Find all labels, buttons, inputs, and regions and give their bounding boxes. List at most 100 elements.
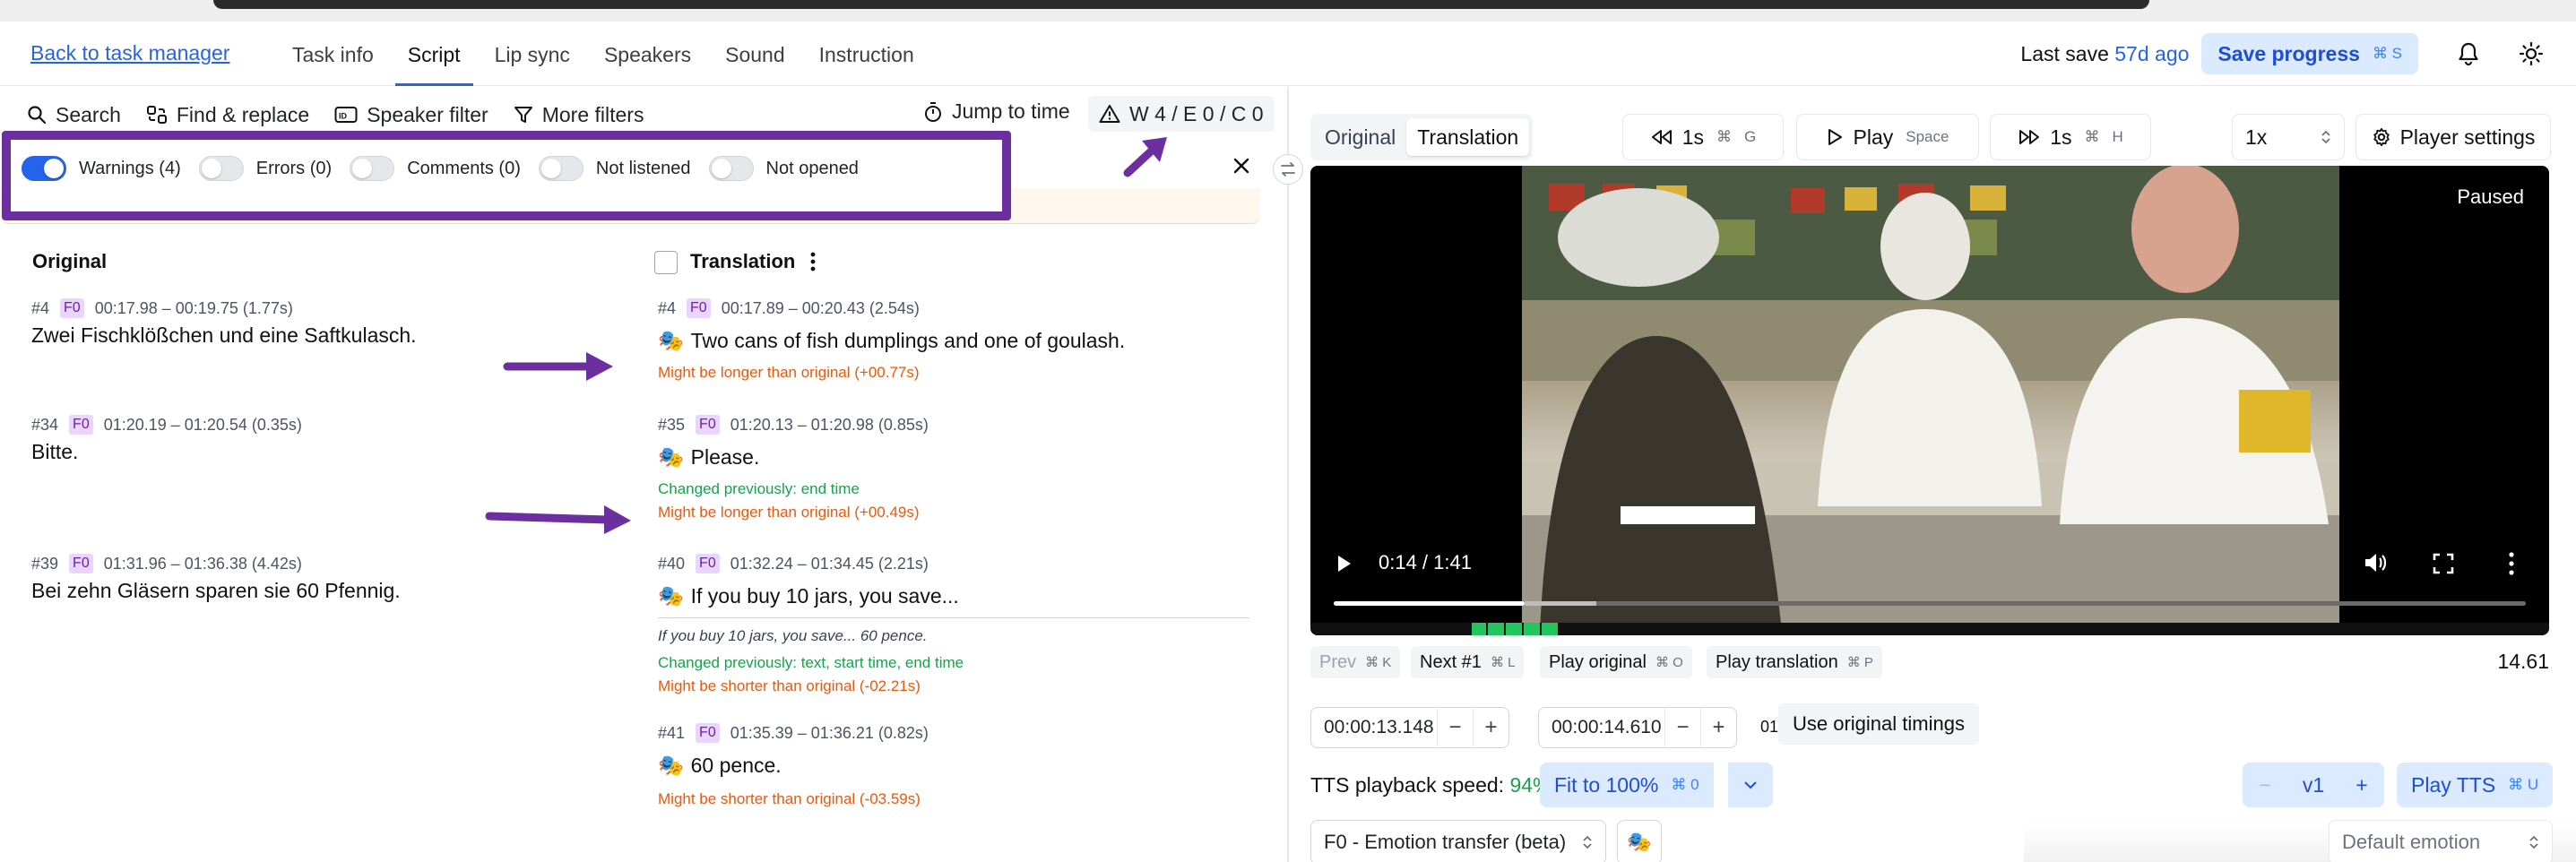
- video-time: 0:14 / 1:41: [1379, 551, 1472, 573]
- version-decrease-button[interactable]: −: [2243, 763, 2287, 807]
- play-label: Play: [1853, 125, 1894, 149]
- video-player[interactable]: Paused 0:14 / 1:41: [1310, 166, 2549, 635]
- close-filters-icon[interactable]: [1228, 152, 1255, 179]
- bell-icon[interactable]: [2451, 36, 2486, 72]
- start-time-value[interactable]: 00:00:13.148: [1311, 717, 1437, 738]
- prev-segment-button[interactable]: Prev ⌘ K: [1310, 646, 1401, 678]
- search-icon: [28, 106, 47, 125]
- forward-1s-button[interactable]: 1s ⌘ H: [1990, 114, 2151, 160]
- fit-dropdown-button[interactable]: [1728, 763, 1773, 807]
- play-tts-button[interactable]: Play TTS ⌘ U: [2397, 763, 2554, 807]
- emotion-select[interactable]: Default emotion: [2329, 820, 2553, 862]
- script-toolbar: Search Find & replace ID Speaker filter …: [27, 99, 669, 130]
- filter-comments[interactable]: Comments (0): [350, 156, 521, 181]
- segment-text[interactable]: Please.: [691, 445, 760, 469]
- warning-icon: [1099, 105, 1120, 123]
- play-original-button[interactable]: Play original ⌘ O: [1540, 646, 1692, 678]
- tab-instruction[interactable]: Instruction: [807, 22, 927, 86]
- original-segment[interactable]: #39 F0 01:31.96 – 01:36.38 (4.42s) Bei zeh…: [31, 554, 605, 603]
- play-tts-kbd: ⌘ U: [2508, 776, 2539, 793]
- tab-script[interactable]: Script: [394, 22, 473, 86]
- fullscreen-icon[interactable]: [2433, 553, 2454, 574]
- search-button[interactable]: Search: [27, 103, 121, 127]
- select-all-checkbox[interactable]: [654, 251, 678, 274]
- end-time-increase-button[interactable]: +: [1700, 707, 1736, 748]
- speaker-badge: F0: [696, 723, 720, 743]
- back-to-task-manager-link[interactable]: Back to task manager: [30, 41, 229, 65]
- segment-marker[interactable]: [1506, 623, 1524, 635]
- segment-timeline[interactable]: [1310, 623, 2549, 635]
- fit-label: Fit to 100%: [1554, 772, 1659, 797]
- gear-icon: [2373, 127, 2390, 147]
- segment-time: 01:35.39 – 01:36.21 (0.82s): [730, 723, 929, 742]
- more-filters-button[interactable]: More filters: [514, 103, 644, 127]
- segment-marker[interactable]: [1542, 623, 1560, 635]
- voice-model-select[interactable]: F0 - Emotion transfer (beta): [1310, 820, 1606, 862]
- translation-segment[interactable]: #41 F0 01:35.39 – 01:36.21 (0.82s) 🎭 60 pen…: [658, 723, 1249, 808]
- version-increase-button[interactable]: +: [2339, 763, 2384, 807]
- segment-marker[interactable]: [1472, 623, 1488, 635]
- start-time-decrease-button[interactable]: −: [1437, 707, 1473, 748]
- segment-text[interactable]: If you buy 10 jars, you save...: [691, 584, 959, 608]
- video-more-icon[interactable]: [2508, 551, 2515, 576]
- prev-kbd: ⌘ K: [1365, 655, 1392, 670]
- use-original-timings-button[interactable]: Use original timings: [1778, 703, 1979, 745]
- main-tabs: Task info Script Lip sync Speakers Sound…: [280, 22, 936, 86]
- translation-segment[interactable]: #40 F0 01:32.24 – 01:34.45 (2.21s) 🎭 If you…: [658, 554, 1249, 695]
- fit-to-100-button[interactable]: Fit to 100% ⌘ 0: [1540, 763, 1714, 807]
- tab-task-info[interactable]: Task info: [280, 22, 386, 86]
- segment-text[interactable]: Two cans of fish dumplings and one of go…: [691, 329, 1126, 352]
- tab-sound[interactable]: Sound: [713, 22, 798, 86]
- segment-marker[interactable]: [1524, 623, 1542, 635]
- start-time-stepper[interactable]: 00:00:13.148 − +: [1310, 707, 1509, 748]
- next-segment-button[interactable]: Next #1 ⌘ L: [1411, 646, 1525, 678]
- translation-segment[interactable]: #35 F0 01:20.13 – 01:20.98 (0.85s) 🎭 Please…: [658, 415, 1249, 522]
- warning-note: Might be longer than original (+00.77s): [658, 364, 920, 381]
- end-time-value[interactable]: 00:00:14.610: [1539, 717, 1664, 738]
- segment-divider: [658, 617, 1249, 618]
- segment-text[interactable]: 60 pence.: [691, 754, 782, 777]
- video-play-icon[interactable]: [1336, 553, 1353, 574]
- original-segment[interactable]: #34 F0 01:20.19 – 01:20.54 (0.35s) Bitte.: [31, 415, 605, 464]
- volume-icon[interactable]: [2363, 551, 2388, 574]
- video-progress-track[interactable]: [1334, 601, 2526, 606]
- save-progress-button[interactable]: Save progress ⌘ S: [2201, 33, 2418, 74]
- not-listened-toggle[interactable]: [538, 156, 583, 181]
- rewind-1s-button[interactable]: 1s ⌘ G: [1622, 114, 1784, 160]
- original-column-header: Original: [32, 250, 108, 272]
- start-time-increase-button[interactable]: +: [1473, 707, 1508, 748]
- theme-sun-icon[interactable]: [2513, 36, 2549, 72]
- issue-counts-button[interactable]: W 4 / E 0 / C 0: [1088, 96, 1275, 132]
- filter-not-opened[interactable]: Not opened: [708, 156, 859, 181]
- filter-not-listened[interactable]: Not listened: [538, 156, 691, 181]
- tab-speakers[interactable]: Speakers: [592, 22, 704, 86]
- save-progress-label: Save progress: [2217, 41, 2360, 65]
- play-translation-button[interactable]: Play translation ⌘ P: [1707, 646, 1882, 678]
- mode-translation[interactable]: Translation: [1406, 118, 1530, 156]
- errors-toggle[interactable]: [198, 156, 244, 181]
- end-time-decrease-button[interactable]: −: [1664, 707, 1700, 748]
- jump-to-time-button[interactable]: Jump to time: [923, 99, 1070, 124]
- find-replace-button[interactable]: Find & replace: [146, 103, 309, 127]
- player-settings-button[interactable]: Player settings: [2356, 114, 2551, 160]
- playback-speed-select[interactable]: 1x: [2232, 114, 2345, 160]
- translation-segment[interactable]: #4 F0 00:17.89 – 00:20.43 (2.54s) 🎭 Two can…: [658, 298, 1249, 382]
- not-opened-toggle[interactable]: [708, 156, 754, 181]
- filter-errors[interactable]: Errors (0): [198, 156, 332, 181]
- segment-marker[interactable]: [1488, 623, 1506, 635]
- mode-original[interactable]: Original: [1314, 118, 1406, 156]
- play-translation-label: Play translation: [1716, 651, 1838, 672]
- filter-warnings[interactable]: Warnings (4): [22, 156, 181, 181]
- column-menu-icon[interactable]: [808, 250, 817, 273]
- speaker-filter-button[interactable]: ID Speaker filter: [334, 103, 488, 127]
- rewind-icon: [1651, 130, 1672, 144]
- comments-toggle[interactable]: [350, 156, 395, 181]
- warnings-toggle[interactable]: [22, 156, 66, 181]
- play-button[interactable]: Play Space: [1796, 114, 1979, 160]
- original-segment[interactable]: #4 F0 00:17.98 – 00:19.75 (1.77s) Zwei Fis…: [31, 298, 605, 348]
- tab-lip-sync[interactable]: Lip sync: [482, 22, 583, 86]
- segment-time: 01:31.96 – 01:36.38 (4.42s): [103, 554, 302, 573]
- speaker-badge: F0: [696, 554, 720, 573]
- emotion-mask-button[interactable]: 🎭: [1617, 820, 1662, 862]
- end-time-stepper[interactable]: 00:00:14.610 − +: [1538, 707, 1737, 748]
